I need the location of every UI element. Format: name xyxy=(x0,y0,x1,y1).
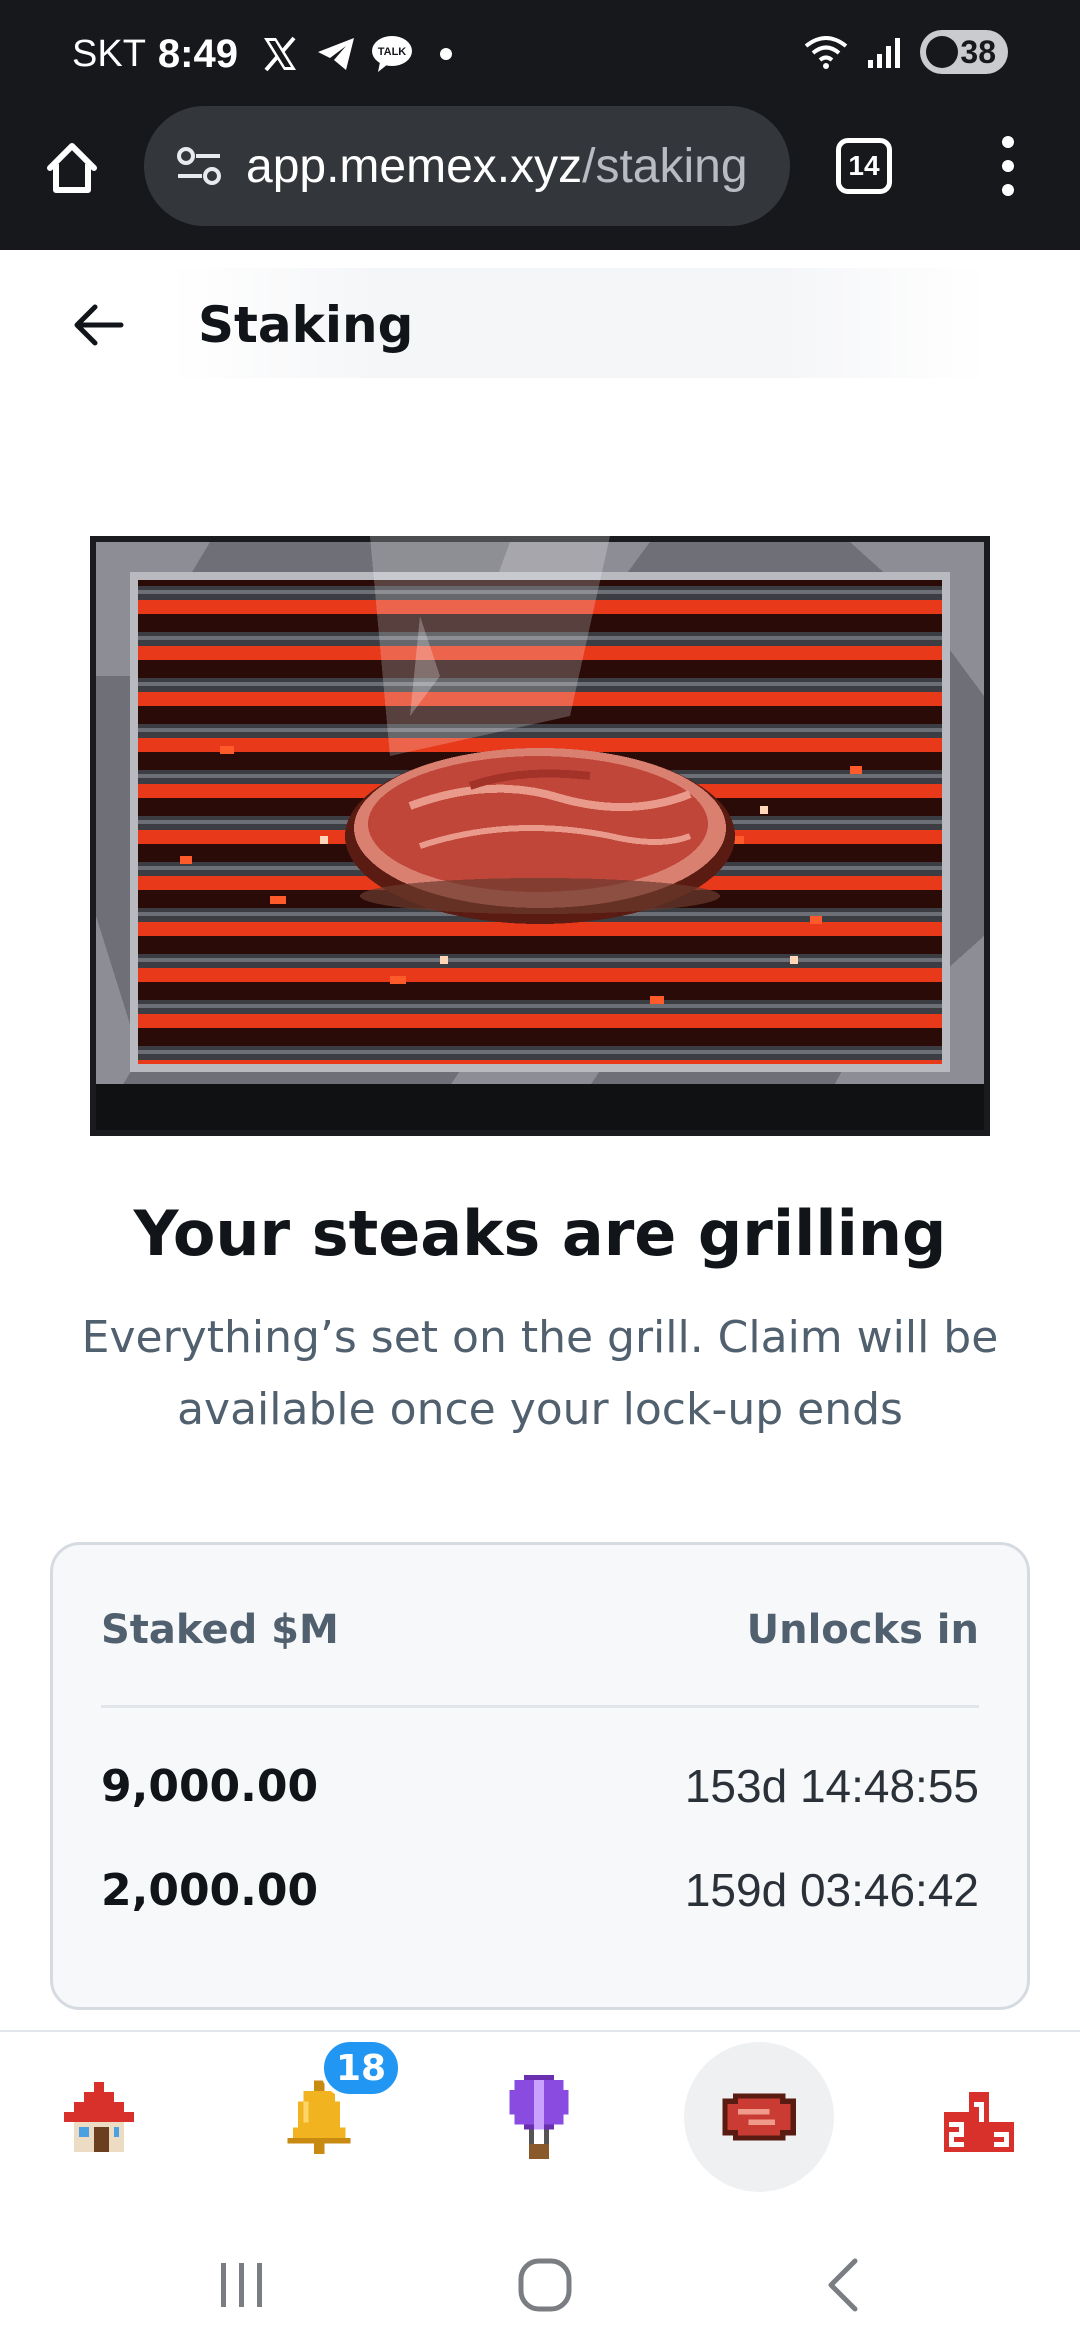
clock: 8:49 xyxy=(157,31,238,76)
house-icon xyxy=(64,2082,134,2152)
carrier-label: SKT xyxy=(72,32,146,75)
bottom-navigation xyxy=(0,2030,1080,2230)
home-circle-icon xyxy=(518,2258,572,2312)
system-home-button[interactable] xyxy=(500,2240,590,2330)
table-divider xyxy=(101,1705,979,1708)
staked-amount: 2,000.00 xyxy=(101,1864,319,1916)
tab-count: 14 xyxy=(848,150,880,181)
more-vert-icon xyxy=(1002,136,1014,148)
table-row: 2,000.00 159d 03:46:42 xyxy=(101,1863,979,1917)
site-settings-icon[interactable] xyxy=(174,141,224,191)
unlock-countdown: 153d 14:48:55 xyxy=(684,1760,979,1812)
app-header: Staking xyxy=(0,250,1080,396)
browser-home-button[interactable] xyxy=(36,132,108,204)
url-host: app.memex.xyz xyxy=(246,139,583,193)
kakaotalk-icon: TALK xyxy=(370,32,414,76)
url-text[interactable]: app.memex.xyz/staking xyxy=(246,139,748,194)
battery-icon: 38 xyxy=(920,30,1008,74)
telegram-icon xyxy=(314,32,358,76)
staked-amount: 9,000.00 xyxy=(101,1760,319,1812)
arrow-left-icon xyxy=(74,304,124,346)
status-bar: SKT 8:49 TALK 38 xyxy=(0,0,1080,100)
grill-illustration xyxy=(90,536,990,1136)
address-bar[interactable]: app.memex.xyz/staking xyxy=(144,106,790,226)
svg-text:TALK: TALK xyxy=(378,46,407,58)
system-navigation-bar xyxy=(0,2230,1080,2340)
chevron-left-icon xyxy=(828,2258,858,2312)
staked-positions-table: Staked $M Unlocks in 9,000.00 153d 14:48… xyxy=(50,1542,1030,2010)
browser-toolbar: app.memex.xyz/staking 14 xyxy=(0,100,1080,250)
signal-icon xyxy=(862,30,906,74)
recents-icon xyxy=(221,2263,262,2307)
nav-explore[interactable] xyxy=(464,2042,614,2192)
x-icon xyxy=(258,32,302,76)
tab-switcher-button[interactable]: 14 xyxy=(836,138,892,194)
steak-icon xyxy=(722,2093,796,2141)
back-button[interactable] xyxy=(64,290,134,360)
table-row: 9,000.00 153d 14:48:55 xyxy=(101,1759,979,1813)
grilling-description: Everything’s set on the grill. Claim wil… xyxy=(81,1312,999,1435)
browser-menu-button[interactable] xyxy=(980,136,1036,196)
battery-saver-icon xyxy=(926,36,959,68)
recents-button[interactable] xyxy=(196,2240,286,2330)
podium-icon xyxy=(944,2092,1014,2152)
column-header-staked: Staked $M xyxy=(101,1607,339,1653)
url-path: /staking xyxy=(582,139,748,193)
notification-count-badge: 18 xyxy=(320,2038,402,2098)
page-title: Staking xyxy=(198,296,414,354)
nav-staking[interactable] xyxy=(684,2042,834,2192)
battery-level: 38 xyxy=(960,33,996,70)
home-icon xyxy=(47,143,97,193)
nav-leaderboard[interactable] xyxy=(904,2042,1054,2192)
system-back-button[interactable] xyxy=(800,2240,890,2330)
nav-home[interactable] xyxy=(24,2042,174,2192)
column-header-unlocks: Unlocks in xyxy=(746,1607,979,1653)
grilling-headline: Your steaks are grilling xyxy=(133,1197,947,1270)
hot-air-balloon-icon xyxy=(509,2075,569,2159)
wifi-icon xyxy=(804,30,848,74)
table-header: Staked $M Unlocks in xyxy=(101,1607,979,1653)
unlock-countdown: 159d 03:46:42 xyxy=(684,1864,979,1916)
notification-dot xyxy=(439,48,452,60)
